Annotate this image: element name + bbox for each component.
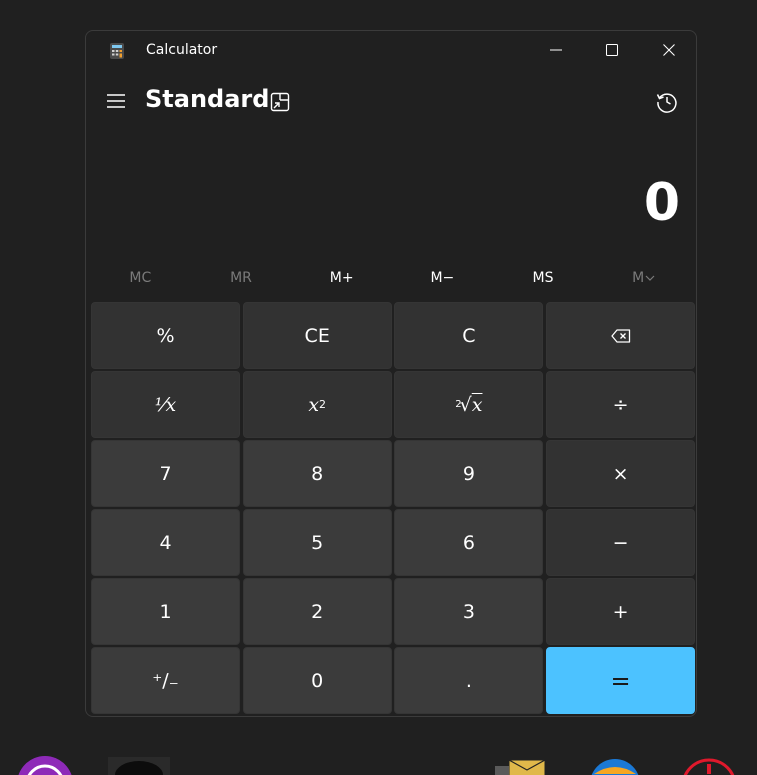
square-button[interactable]: x2 <box>242 371 392 438</box>
photo-thumbnail-icon[interactable] <box>108 757 170 775</box>
digit-3-button[interactable]: 3 <box>394 578 544 645</box>
digit-9-button[interactable]: 9 <box>394 440 544 507</box>
reciprocal-label: ⅟x <box>154 393 177 416</box>
backspace-button[interactable] <box>546 302 696 369</box>
hamburger-icon <box>107 94 125 108</box>
calculator-window: Calculator Standard 0 MC MR M+ M− MS M %… <box>85 30 697 717</box>
digit-1-button[interactable]: 1 <box>91 578 240 645</box>
calculator-app-icon <box>110 43 124 59</box>
history-icon <box>656 93 677 113</box>
maximize-icon <box>606 44 618 56</box>
multiply-button[interactable]: × <box>546 440 696 507</box>
divide-button[interactable]: ÷ <box>546 371 696 438</box>
memory-list-label: M <box>632 270 645 286</box>
navigation-menu-button[interactable] <box>104 89 128 113</box>
plus-button[interactable]: + <box>546 578 696 645</box>
maximize-button[interactable] <box>584 31 640 69</box>
podcast-app-icon[interactable] <box>16 756 74 775</box>
minimize-button[interactable] <box>528 31 584 69</box>
history-button[interactable] <box>652 87 682 117</box>
chevron-down-icon <box>645 275 655 281</box>
minus-button[interactable]: − <box>546 509 696 576</box>
keep-on-top-icon <box>270 92 290 112</box>
keypad: % CE C ⅟x x2 2 √ x ÷ 7 8 9 × 4 5 6 − 1 2 3 <box>91 302 696 714</box>
square-exponent-label: 2 <box>319 398 327 411</box>
memory-list-button[interactable]: M <box>593 263 694 293</box>
mail-app-icon[interactable] <box>495 758 547 775</box>
memory-clear-button[interactable]: MC <box>90 263 191 293</box>
reciprocal-button[interactable]: ⅟x <box>91 371 240 438</box>
digit-5-button[interactable]: 5 <box>242 509 392 576</box>
percent-button[interactable]: % <box>91 302 240 369</box>
digit-0-button[interactable]: 0 <box>242 647 392 714</box>
memory-row: MC MR M+ M− MS M <box>90 263 694 293</box>
opera-app-icon[interactable] <box>680 758 738 775</box>
decimal-button[interactable]: . <box>394 647 544 714</box>
square-root-button[interactable]: 2 √ x <box>394 371 544 438</box>
digit-6-button[interactable]: 6 <box>394 509 544 576</box>
square-base-label: x <box>308 393 320 416</box>
digit-4-button[interactable]: 4 <box>91 509 240 576</box>
title-bar[interactable]: Calculator <box>86 31 696 71</box>
close-button[interactable] <box>641 31 696 69</box>
mode-title: Standard <box>145 85 270 113</box>
backspace-icon <box>610 328 630 343</box>
equals-button[interactable]: = <box>546 647 696 714</box>
memory-subtract-button[interactable]: M− <box>392 263 493 293</box>
memory-store-button[interactable]: MS <box>493 263 594 293</box>
digit-2-button[interactable]: 2 <box>242 578 392 645</box>
radical-sign-icon: √ <box>459 393 472 416</box>
clear-entry-button[interactable]: CE <box>242 302 392 369</box>
digit-7-button[interactable]: 7 <box>91 440 240 507</box>
keep-on-top-button[interactable] <box>267 89 293 115</box>
window-title: Calculator <box>146 42 218 58</box>
negate-button[interactable]: ⁺∕₋ <box>91 647 240 714</box>
digit-8-button[interactable]: 8 <box>242 440 392 507</box>
memory-add-button[interactable]: M+ <box>291 263 392 293</box>
clear-button[interactable]: C <box>394 302 544 369</box>
memory-recall-button[interactable]: MR <box>191 263 292 293</box>
browser-app-icon[interactable] <box>590 758 640 775</box>
root-base-label: x <box>471 393 483 416</box>
app-header: Standard <box>86 81 696 121</box>
minimize-icon <box>550 49 562 51</box>
close-icon <box>663 44 675 56</box>
result-display: 0 <box>643 173 680 233</box>
